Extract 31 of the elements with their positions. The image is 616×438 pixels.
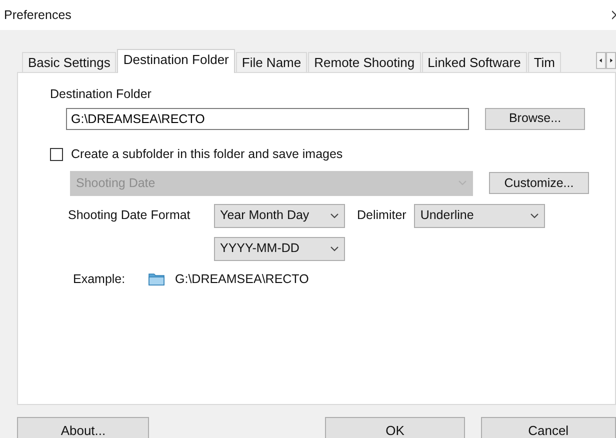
- example-label: Example:: [73, 270, 126, 288]
- caret-icon: [330, 212, 339, 218]
- browse-button[interactable]: Browse...: [485, 108, 585, 130]
- field-label: Delimiter: [357, 207, 406, 224]
- date-order-dropdown[interactable]: Year Month Day: [214, 204, 345, 228]
- scroll-right-icon[interactable]: [606, 52, 616, 69]
- tab[interactable]: Basic Settings: [22, 52, 116, 72]
- cancel-button[interactable]: Cancel: [480, 417, 616, 438]
- section-label: Destination Folder: [50, 86, 152, 103]
- checkbox-label: Create a subfolder in this folder and save images: [71, 146, 343, 163]
- folder-path-field[interactable]: G:\DREAMSEA\RECTO: [66, 108, 469, 130]
- checkbox[interactable]: [50, 148, 63, 161]
- example-path: G:\DREAMSEA\RECTO: [175, 270, 309, 288]
- field-label: Shooting Date Format: [68, 207, 192, 224]
- about-button[interactable]: About...: [17, 417, 150, 438]
- folder-icon: [148, 272, 165, 286]
- caret-icon: [458, 180, 467, 186]
- caret-icon: [330, 246, 339, 252]
- tab[interactable]: Tim: [528, 52, 561, 72]
- caret-icon: [530, 212, 540, 218]
- tab[interactable]: Destination Folder: [117, 49, 235, 73]
- scroll-left-icon[interactable]: [596, 52, 606, 69]
- date-pattern-dropdown[interactable]: YYYY-MM-DD: [214, 236, 345, 260]
- tab[interactable]: Remote Shooting: [308, 52, 421, 72]
- close-icon[interactable]: [612, 10, 616, 20]
- ok-button[interactable]: OK: [325, 417, 465, 438]
- tab[interactable]: Linked Software: [422, 52, 527, 72]
- tab[interactable]: File Name: [236, 52, 308, 72]
- window-title: Preferences: [4, 6, 72, 24]
- delimiter-dropdown[interactable]: Underline: [414, 204, 546, 228]
- customize-button[interactable]: Customize...: [489, 172, 589, 194]
